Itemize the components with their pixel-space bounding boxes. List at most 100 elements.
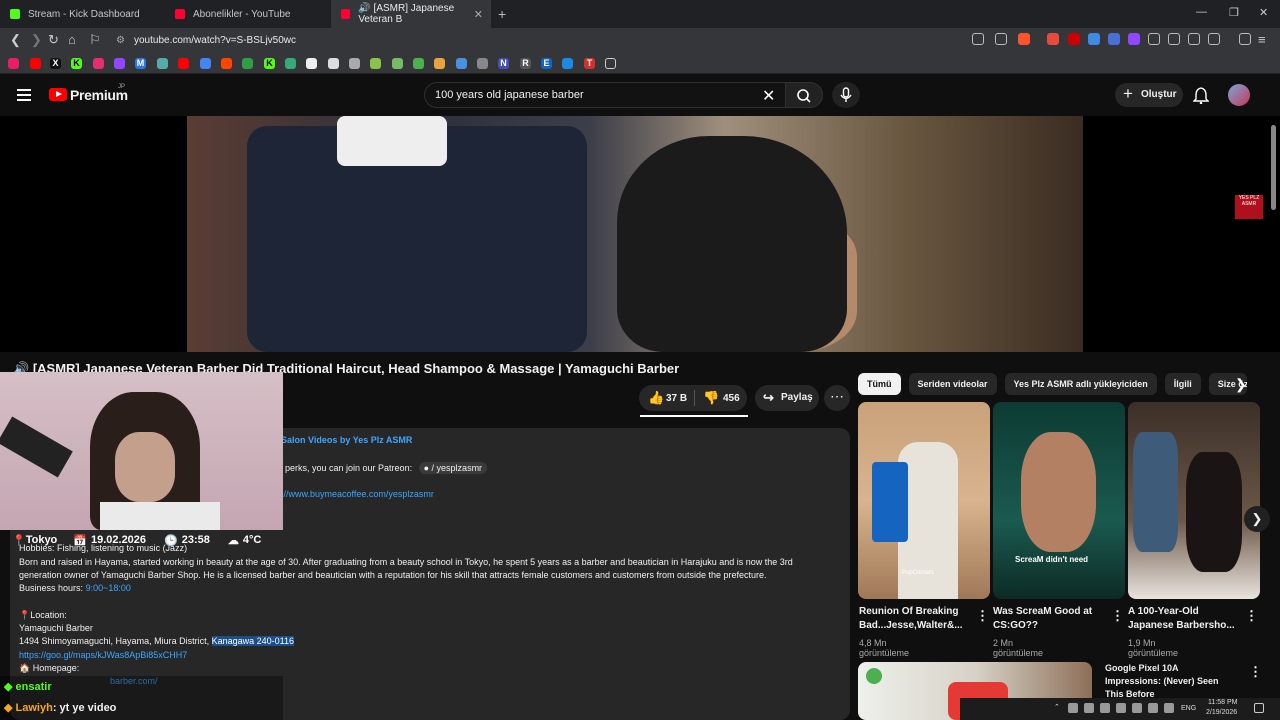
bookmark-favicon[interactable] [477,58,488,69]
extension-icon[interactable] [1068,33,1080,45]
playlist-link[interactable]: Salon Videos by Yes Plz ASMR [281,434,412,447]
search-button[interactable] [785,82,823,108]
browser-menu-icon[interactable]: ≡ [1258,32,1266,47]
bookmark-favicon[interactable] [242,58,253,69]
coffee-link[interactable]: ://www.buymeacoffee.com/yesplzasmr [281,488,434,501]
create-button[interactable]: + Oluştur [1115,83,1183,107]
bookmark-favicon[interactable]: E [541,58,552,69]
brave-shield-icon[interactable] [1018,33,1030,45]
close-tab-icon[interactable]: ✕ [474,8,483,21]
short-thumbnail[interactable]: ScreaM didn't need [993,402,1125,599]
kick-bookmark-icon[interactable]: K [71,58,82,69]
instagram-bookmark-icon[interactable] [93,58,104,69]
bookmark-favicon[interactable]: R [520,58,531,69]
bookmark-favicon[interactable] [456,58,467,69]
twitch-bookmark-icon[interactable] [114,58,125,69]
recommendation-menu-icon[interactable]: ⋮ [1249,664,1262,680]
kick-bookmark-icon[interactable]: K [264,58,275,69]
reload-icon[interactable]: ↻ [48,32,59,48]
url-field[interactable]: ⚙ youtube.com/watch?v=S-BSLjv50wc [112,32,1012,50]
minimize-icon[interactable]: — [1196,6,1207,18]
sidebar-icon[interactable] [1168,33,1180,45]
tab-subscriptions[interactable]: Abonelikler - YouTube [165,0,330,28]
chip-related[interactable]: İlgili [1164,373,1201,395]
bookmark-favicon[interactable] [562,58,573,69]
search-input[interactable]: 100 years old japanese barber [424,82,786,108]
close-window-icon[interactable]: ✕ [1259,6,1268,19]
chip-all[interactable]: Tümü [858,373,901,395]
notifications-bell-icon[interactable] [1193,86,1209,104]
share-button[interactable]: ↪ Paylaş [755,385,819,411]
short-title[interactable]: Reunion Of Breaking Bad...Jesse,Walter&.… [859,605,971,633]
short-menu-icon[interactable]: ⋮ [1111,608,1124,624]
folder-icon[interactable] [605,58,616,69]
extension-icon[interactable] [1047,33,1059,45]
tray-icon[interactable] [1084,703,1094,713]
short-title[interactable]: Was ScreaM Good at CS:GO?? [993,605,1105,633]
voice-search-button[interactable] [832,82,860,108]
bookmark-favicon[interactable] [349,58,360,69]
chevron-right-icon[interactable]: ❯ [1235,376,1247,393]
wifi-icon[interactable] [1132,703,1142,713]
short-thumbnail[interactable]: PopCorners [858,402,990,599]
short-thumbnail[interactable] [1128,402,1260,599]
volume-icon[interactable] [1148,703,1158,713]
taskbar-time[interactable]: 11:58 PM [1208,699,1237,706]
video-frame[interactable] [187,116,1083,352]
forward-icon[interactable]: ❯ [31,32,42,48]
bookmark-icon[interactable]: ⚐ [89,32,101,48]
bookmark-favicon[interactable] [434,58,445,69]
short-menu-icon[interactable]: ⋮ [976,608,989,624]
tab-kick-dashboard[interactable]: Stream - Kick Dashboard [0,0,165,28]
language-indicator[interactable]: ENG [1181,705,1196,712]
short-menu-icon[interactable]: ⋮ [1245,608,1258,624]
tab-current-video[interactable]: 🔊 [ASMR] Japanese Veteran B ✕ [331,0,491,28]
battery-icon[interactable] [1164,703,1174,713]
notification-center-icon[interactable] [1254,703,1264,713]
chevron-up-icon[interactable]: ⌃ [1054,703,1060,711]
youtube-logo-icon[interactable] [49,88,67,101]
bookmark-favicon[interactable] [328,58,339,69]
dislike-button[interactable]: 👎 [703,390,719,406]
extension-icon[interactable] [1108,33,1120,45]
map-link[interactable]: https://goo.gl/maps/kJWas8ApBi85xCHH7 [19,649,187,662]
tray-icon[interactable] [1100,703,1110,713]
channel-watermark[interactable]: YES PLZ ASMR [1235,195,1263,219]
bookmark-favicon[interactable] [306,58,317,69]
video-player[interactable] [0,116,1280,352]
tray-icon[interactable] [1068,703,1078,713]
x-bookmark-icon[interactable]: X [50,58,61,69]
shorts-next-button[interactable]: ❯ [1244,506,1270,532]
avatar[interactable] [1228,84,1250,106]
youtube-bookmark-icon[interactable] [30,58,41,69]
bookmark-favicon[interactable] [285,58,296,69]
extension-icon[interactable] [1088,33,1100,45]
like-button[interactable]: 👍 [648,390,664,406]
restore-icon[interactable]: ❐ [1229,6,1239,19]
chip-uploader[interactable]: Yes Plz ASMR adlı yükleyiciden [1004,373,1157,395]
share-page-icon[interactable] [995,33,1007,45]
extensions-icon[interactable] [1148,33,1160,45]
bookmark-favicon[interactable] [157,58,168,69]
gmail-bookmark-icon[interactable]: M [135,58,146,69]
site-info-icon[interactable]: ⚙ [116,32,125,50]
download-icon[interactable] [1208,33,1220,45]
page-scrollbar[interactable] [1271,125,1276,210]
bookmark-favicon[interactable] [392,58,403,69]
bookmark-favicon[interactable] [370,58,381,69]
extension-icon[interactable] [1128,33,1140,45]
new-tab-icon[interactable]: + [498,6,506,22]
taskbar-date[interactable]: 2/19/2026 [1206,709,1237,716]
tray-icon[interactable] [1116,703,1126,713]
short-title[interactable]: A 100-Year-Old Japanese Barbersho... [1128,605,1240,633]
bookmark-favicon[interactable]: T [584,58,595,69]
home-icon[interactable]: ⌂ [68,32,76,47]
bookmark-favicon[interactable] [413,58,424,69]
recommended-video-title[interactable]: Google Pixel 10A Impressions: (Never) Se… [1105,662,1235,701]
link-icon[interactable] [1188,33,1200,45]
cast-icon[interactable] [972,33,984,45]
bookmark-favicon[interactable] [200,58,211,69]
more-actions-button[interactable]: ⋯ [824,385,850,411]
hamburger-menu-icon[interactable] [17,89,31,101]
bookmark-favicon[interactable]: N [498,58,509,69]
